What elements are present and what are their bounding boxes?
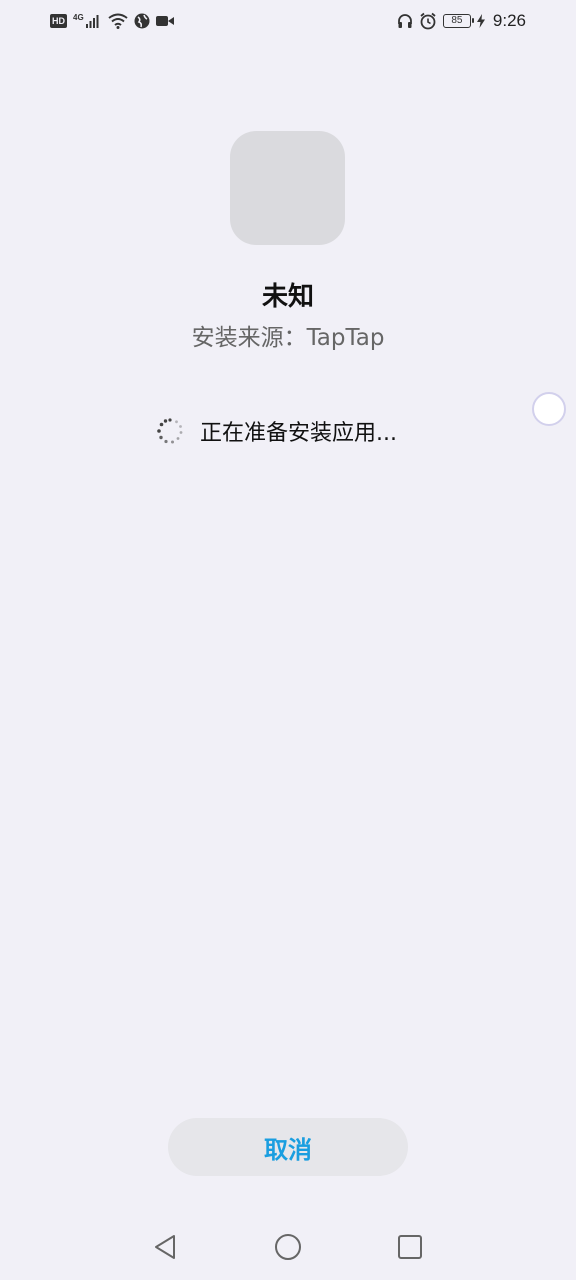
app-icon-placeholder bbox=[230, 131, 345, 245]
app-name: 未知 bbox=[261, 282, 314, 312]
hd-icon: HD bbox=[50, 14, 67, 28]
recents-icon[interactable] bbox=[395, 1232, 425, 1262]
clock: 9:26 bbox=[492, 11, 526, 30]
headphone-icon bbox=[397, 13, 413, 29]
signal-icon bbox=[85, 14, 102, 28]
charging-icon bbox=[476, 14, 485, 28]
battery-level: 85 bbox=[451, 15, 463, 26]
network-type-label: 4G bbox=[73, 12, 84, 22]
progress-message: 正在准备安装应用... bbox=[200, 421, 397, 446]
floating-assistive-ball[interactable] bbox=[532, 392, 566, 426]
install-source: 安装来源：TapTap bbox=[191, 325, 385, 351]
navigation-bar bbox=[0, 1220, 576, 1274]
status-bar-left: HD 4G bbox=[50, 10, 174, 32]
loading-spinner-icon bbox=[156, 417, 184, 445]
home-icon[interactable] bbox=[273, 1232, 303, 1262]
status-bar-right: 85 9:26 bbox=[397, 10, 526, 32]
alarm-icon bbox=[419, 12, 437, 30]
video-icon bbox=[155, 15, 174, 27]
wifi-icon bbox=[108, 13, 128, 29]
cancel-button[interactable]: 取消 bbox=[168, 1118, 408, 1176]
back-icon[interactable] bbox=[150, 1232, 180, 1262]
globe-icon bbox=[134, 13, 150, 29]
install-progress: 正在准备安装应用... bbox=[156, 414, 397, 448]
battery-icon: 85 bbox=[442, 14, 474, 28]
status-bar: HD 4G 85 9:26 bbox=[0, 0, 576, 42]
